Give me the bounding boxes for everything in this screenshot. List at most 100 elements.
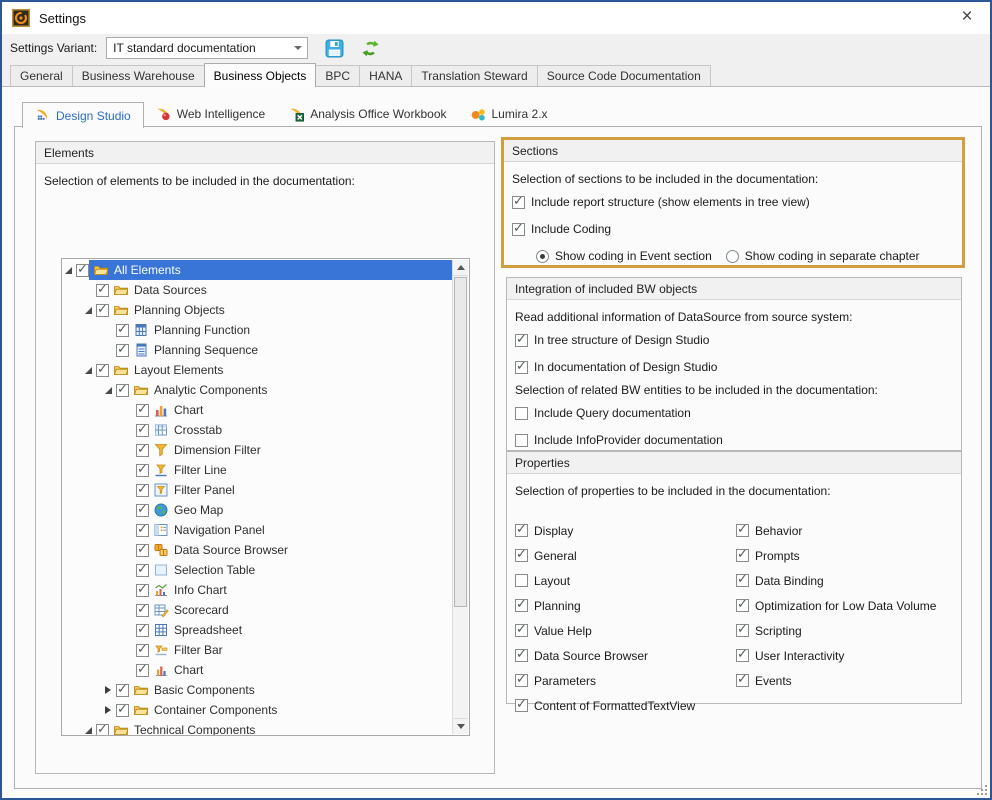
tree-item-data-sources[interactable]: Data Sources	[63, 280, 452, 300]
tree-checkbox[interactable]	[96, 304, 109, 317]
checkbox-in-documentation-of-design-studio[interactable]: In documentation of Design Studio	[507, 360, 961, 374]
tree-item-chart[interactable]: Chart	[63, 660, 452, 680]
tree-checkbox[interactable]	[136, 504, 149, 517]
checkbox-box[interactable]	[512, 196, 525, 209]
close-button[interactable]: ×	[950, 4, 984, 30]
tree-item-planning-function[interactable]: Planning Function	[63, 320, 452, 340]
tree-item-container-components[interactable]: Container Components	[63, 700, 452, 720]
save-icon[interactable]	[324, 38, 344, 58]
checkbox-box[interactable]	[515, 524, 528, 537]
tree-checkbox[interactable]	[136, 584, 149, 597]
tree-checkbox[interactable]	[136, 544, 149, 557]
tree-item-info-chart[interactable]: Info Chart	[63, 580, 452, 600]
checkbox-general[interactable]: General	[507, 543, 695, 568]
checkbox-user-interactivity[interactable]: User Interactivity	[728, 643, 936, 668]
checkbox-optimization-for-low-data-volume[interactable]: Optimization for Low Data Volume	[728, 593, 936, 618]
tree-checkbox[interactable]	[136, 564, 149, 577]
checkbox-box[interactable]	[515, 674, 528, 687]
tree-item-technical-components[interactable]: Technical Components	[63, 720, 452, 736]
scrollbar-thumb[interactable]	[454, 277, 467, 607]
radio-button[interactable]	[726, 250, 739, 263]
checkbox-box[interactable]	[515, 574, 528, 587]
tab-translation-steward[interactable]: Translation Steward	[411, 65, 537, 86]
expand-icon[interactable]	[103, 706, 113, 714]
checkbox-include-coding[interactable]: Include Coding	[504, 222, 962, 236]
checkbox-layout[interactable]: Layout	[507, 568, 695, 593]
checkbox-content-of-formattedtextview[interactable]: Content of FormattedTextView	[507, 693, 695, 718]
tree-item-filter-line[interactable]: Filter Line	[63, 460, 452, 480]
subtab-web-intelligence[interactable]: Web Intelligence	[144, 101, 278, 127]
checkbox-box[interactable]	[515, 624, 528, 637]
checkbox-box[interactable]	[515, 599, 528, 612]
tree-item-analytic-components[interactable]: Analytic Components	[63, 380, 452, 400]
checkbox-include-query-documentation[interactable]: Include Query documentation	[507, 406, 961, 420]
checkbox-box[interactable]	[515, 334, 528, 347]
tree-checkbox[interactable]	[136, 464, 149, 477]
radio-button[interactable]	[536, 250, 549, 263]
checkbox-events[interactable]: Events	[728, 668, 936, 693]
radio-show-coding-in-separate-chapter[interactable]: Show coding in separate chapter	[726, 249, 920, 263]
checkbox-box[interactable]	[515, 434, 528, 447]
checkbox-box[interactable]	[515, 407, 528, 420]
checkbox-parameters[interactable]: Parameters	[507, 668, 695, 693]
tree-checkbox[interactable]	[136, 524, 149, 537]
checkbox-box[interactable]	[515, 649, 528, 662]
tree-item-dimension-filter[interactable]: Dimension Filter	[63, 440, 452, 460]
tree-checkbox[interactable]	[116, 704, 129, 717]
resize-grip-icon[interactable]	[977, 785, 987, 795]
tree-item-planning-objects[interactable]: Planning Objects	[63, 300, 452, 320]
tree-checkbox[interactable]	[96, 724, 109, 737]
tree-item-navigation-panel[interactable]: Navigation Panel	[63, 520, 452, 540]
tree-item-chart[interactable]: Chart	[63, 400, 452, 420]
tree-item-filter-panel[interactable]: Filter Panel	[63, 480, 452, 500]
tree-item-basic-components[interactable]: Basic Components	[63, 680, 452, 700]
tree-checkbox[interactable]	[136, 424, 149, 437]
tree-item-spreadsheet[interactable]: Spreadsheet	[63, 620, 452, 640]
tree-item-layout-elements[interactable]: Layout Elements	[63, 360, 452, 380]
tree-checkbox[interactable]	[136, 664, 149, 677]
checkbox-planning[interactable]: Planning	[507, 593, 695, 618]
checkbox-box[interactable]	[736, 624, 749, 637]
checkbox-in-tree-structure-of-design-studio[interactable]: In tree structure of Design Studio	[507, 333, 961, 347]
expand-icon[interactable]	[103, 686, 113, 694]
collapse-icon[interactable]	[83, 727, 93, 734]
checkbox-display[interactable]: Display	[507, 518, 695, 543]
tree-checkbox[interactable]	[136, 644, 149, 657]
collapse-icon[interactable]	[103, 387, 113, 394]
tab-general[interactable]: General	[10, 65, 73, 86]
tab-hana[interactable]: HANA	[359, 65, 412, 86]
collapse-icon[interactable]	[83, 307, 93, 314]
tree-checkbox[interactable]	[96, 364, 109, 377]
checkbox-box[interactable]	[736, 574, 749, 587]
subtab-lumira-2-x[interactable]: Lumira 2.x	[459, 101, 560, 127]
combobox-dropdown-icon[interactable]	[289, 38, 307, 58]
tree-checkbox[interactable]	[136, 404, 149, 417]
checkbox-box[interactable]	[515, 699, 528, 712]
tree-checkbox[interactable]	[96, 284, 109, 297]
tree-checkbox[interactable]	[136, 484, 149, 497]
tab-bpc[interactable]: BPC	[315, 65, 360, 86]
tree-checkbox[interactable]	[116, 324, 129, 337]
tree-item-data-source-browser[interactable]: Data Source Browser	[63, 540, 452, 560]
tab-business-warehouse[interactable]: Business Warehouse	[72, 65, 205, 86]
tree-checkbox[interactable]	[116, 384, 129, 397]
checkbox-box[interactable]	[736, 649, 749, 662]
checkbox-value-help[interactable]: Value Help	[507, 618, 695, 643]
tree-item-crosstab[interactable]: Crosstab	[63, 420, 452, 440]
checkbox-box[interactable]	[736, 674, 749, 687]
tree-scrollbar[interactable]	[452, 260, 468, 734]
tab-business-objects[interactable]: Business Objects	[204, 63, 317, 87]
tab-source-code-documentation[interactable]: Source Code Documentation	[537, 65, 711, 86]
tree-item-selection-table[interactable]: Selection Table	[63, 560, 452, 580]
tree-item-scorecard[interactable]: Scorecard	[63, 600, 452, 620]
checkbox-box[interactable]	[736, 549, 749, 562]
settings-variant-combobox[interactable]: IT standard documentation	[106, 37, 308, 59]
tree-checkbox[interactable]	[136, 444, 149, 457]
tree-item-geo-map[interactable]: Geo Map	[63, 500, 452, 520]
subtab-design-studio[interactable]: Design Studio	[22, 102, 144, 128]
checkbox-box[interactable]	[515, 549, 528, 562]
collapse-icon[interactable]	[83, 367, 93, 374]
refresh-icon[interactable]	[360, 38, 380, 58]
checkbox-data-source-browser[interactable]: Data Source Browser	[507, 643, 695, 668]
checkbox-prompts[interactable]: Prompts	[728, 543, 936, 568]
